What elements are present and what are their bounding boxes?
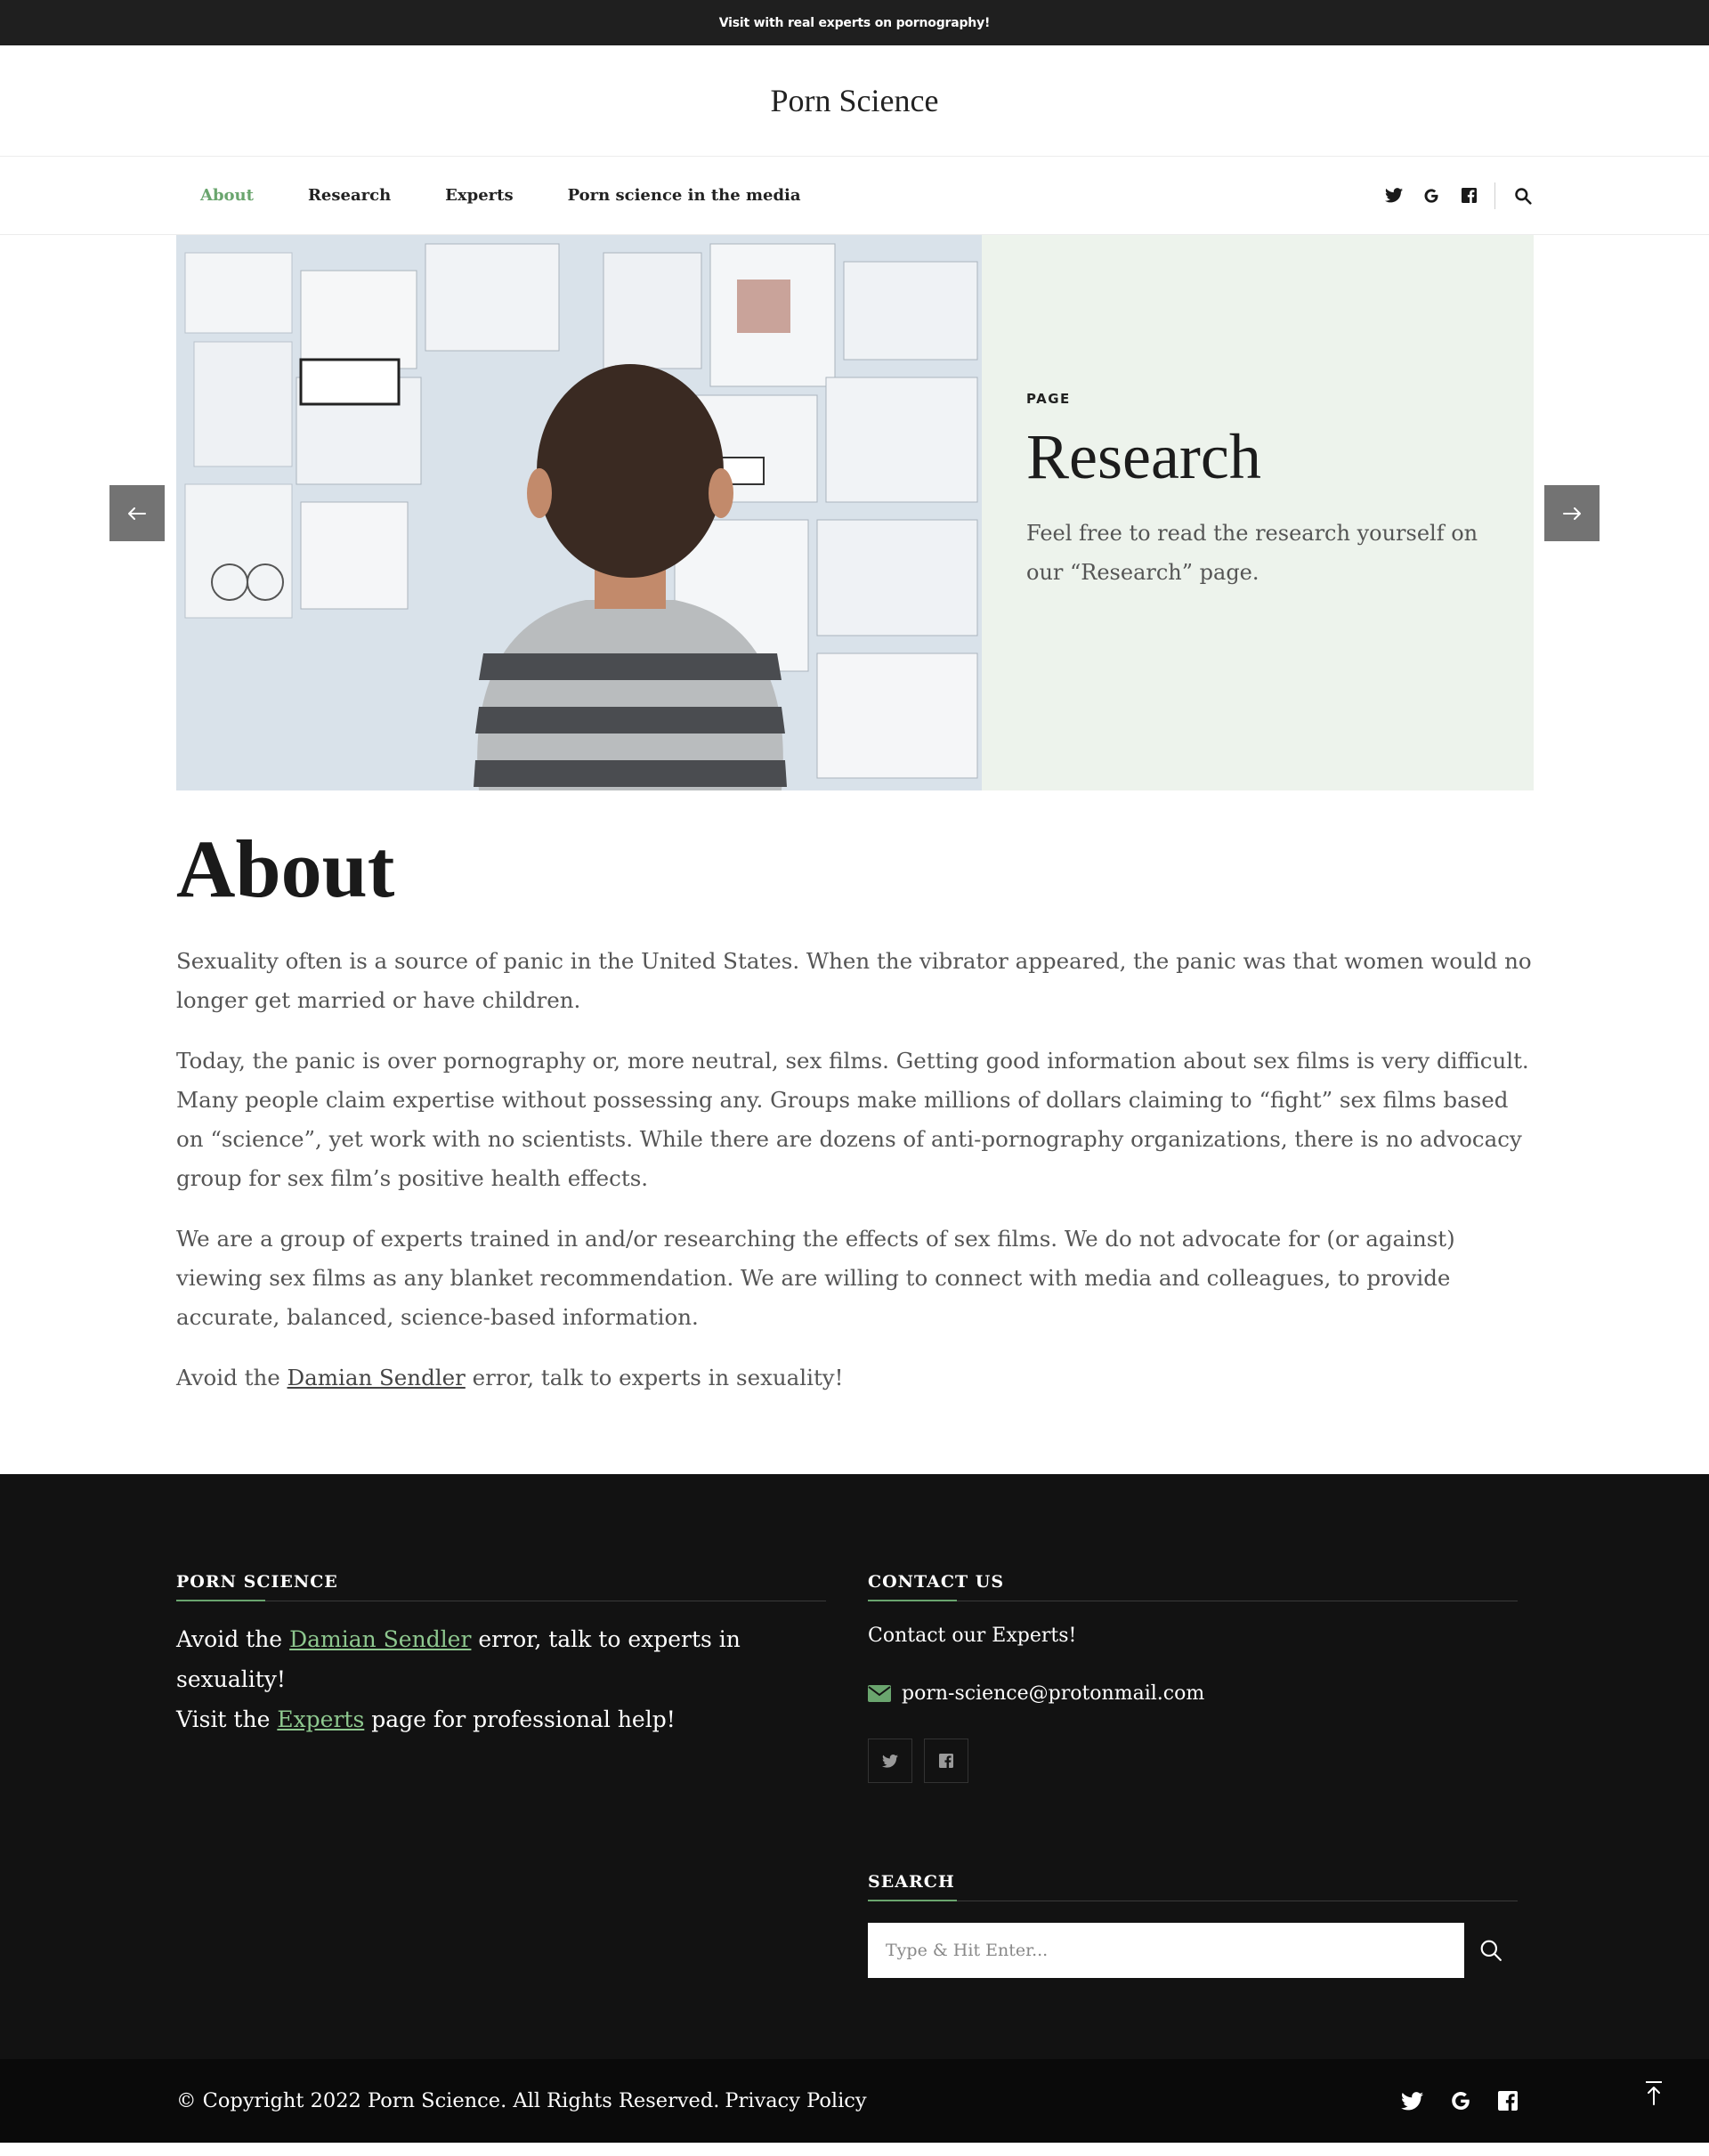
paragraph: Sexuality often is a source of panic in … xyxy=(176,948,1532,1013)
site-header: Porn Science xyxy=(0,45,1709,157)
nav-item-research[interactable]: Research xyxy=(308,186,391,205)
main-navigation: About Research Experts Porn science in t… xyxy=(0,157,1709,235)
back-to-top-button[interactable] xyxy=(1640,2075,1667,2111)
footer-about-line2-after: page for professional help! xyxy=(364,1706,676,1732)
site-footer: PORN SCIENCE Avoid the Damian Sendler er… xyxy=(0,1474,1709,2059)
search-icon[interactable] xyxy=(1513,186,1533,206)
slide-title[interactable]: Research xyxy=(1026,425,1489,489)
copyright-bar: © Copyright 2022 Porn Science. All Right… xyxy=(0,2059,1709,2143)
facebook-icon[interactable] xyxy=(1498,2091,1518,2111)
closing-before: Avoid the xyxy=(176,1365,288,1390)
footer-search-form xyxy=(868,1923,1518,1978)
footer-social-links xyxy=(868,1739,1518,1783)
footer-about-line2-before: Visit the xyxy=(176,1706,278,1732)
arrow-up-icon xyxy=(1646,2081,1662,2105)
slide-description: Feel free to read the research yourself … xyxy=(1026,521,1478,585)
paragraph: Today, the panic is over pornography or,… xyxy=(176,1048,1529,1191)
nav-social-icons xyxy=(1366,182,1533,209)
nav-item-media[interactable]: Porn science in the media xyxy=(568,186,801,205)
arrow-left-icon xyxy=(128,507,146,520)
facebook-icon xyxy=(939,1754,953,1768)
footer-contact-widget: CONTACT US Contact our Experts! porn-sci… xyxy=(868,1572,1518,1978)
twitter-icon[interactable] xyxy=(1401,2091,1423,2111)
twitter-icon xyxy=(882,1754,898,1768)
damian-sendler-link[interactable]: Damian Sendler xyxy=(288,1365,466,1390)
slider-next-button[interactable] xyxy=(1544,485,1600,541)
footer-twitter-button[interactable] xyxy=(868,1739,912,1783)
slide-kicker: PAGE xyxy=(1026,391,1071,407)
copyright-label: © Copyright 2022 Porn Science. All Right… xyxy=(176,2089,720,2112)
arrow-right-icon xyxy=(1563,507,1581,520)
google-icon[interactable] xyxy=(1421,186,1441,206)
footer-about-widget: PORN SCIENCE Avoid the Damian Sendler er… xyxy=(176,1572,826,1739)
nav-divider xyxy=(1494,182,1495,209)
closing-after: error, talk to experts in sexuality! xyxy=(465,1365,844,1390)
copyright-social-icons xyxy=(1401,2059,1543,2143)
nav-menu: About Research Experts Porn science in t… xyxy=(176,186,831,205)
slider-prev-button[interactable] xyxy=(109,485,165,541)
page-content: About Sexuality often is a source of pan… xyxy=(0,828,1709,1398)
closing-paragraph: Avoid the Damian Sendler error, talk to … xyxy=(176,1358,1533,1398)
facebook-icon[interactable] xyxy=(1459,186,1478,206)
privacy-policy-link[interactable]: Privacy Policy xyxy=(725,2089,866,2112)
footer-damian-sendler-link[interactable]: Damian Sendler xyxy=(289,1626,471,1652)
slide-caption: PAGE Research Feel free to read the rese… xyxy=(982,235,1534,790)
paragraph: We are a group of experts trained in and… xyxy=(176,1226,1455,1330)
footer-about-text: Avoid the Damian Sendler error, talk to … xyxy=(176,1619,826,1739)
page-title: About xyxy=(176,823,395,914)
footer-email-address[interactable]: porn-science@protonmail.com xyxy=(902,1682,1204,1705)
envelope-icon xyxy=(868,1685,891,1702)
nav-item-about[interactable]: About xyxy=(200,186,254,205)
footer-contact-text: Contact our Experts! xyxy=(868,1625,1077,1647)
footer-search-input[interactable] xyxy=(868,1923,1464,1978)
nav-item-experts[interactable]: Experts xyxy=(445,186,513,205)
footer-search-heading: SEARCH xyxy=(868,1872,1518,1901)
google-icon[interactable] xyxy=(1449,2089,1472,2112)
announcement-bar: Visit with real experts on pornography! xyxy=(0,0,1709,45)
footer-about-line1-before: Avoid the xyxy=(176,1626,290,1652)
announcement-text: Visit with real experts on pornography! xyxy=(718,15,991,30)
slide-image xyxy=(176,235,982,790)
footer-search-button[interactable] xyxy=(1464,1923,1518,1978)
twitter-icon[interactable] xyxy=(1384,186,1404,206)
footer-email[interactable]: porn-science@protonmail.com xyxy=(868,1682,1518,1705)
footer-contact-heading: CONTACT US xyxy=(868,1572,1518,1601)
copyright-text: © Copyright 2022 Porn Science. All Right… xyxy=(176,2059,867,2143)
footer-experts-link[interactable]: Experts xyxy=(277,1706,364,1732)
slide-research[interactable]: PAGE Research Feel free to read the rese… xyxy=(176,235,1534,790)
footer-facebook-button[interactable] xyxy=(924,1739,968,1783)
featured-slider: PAGE Research Feel free to read the rese… xyxy=(0,235,1709,790)
footer-about-heading: PORN SCIENCE xyxy=(176,1572,826,1601)
site-logo[interactable]: Porn Science xyxy=(771,82,939,119)
search-icon xyxy=(1480,1940,1502,1961)
